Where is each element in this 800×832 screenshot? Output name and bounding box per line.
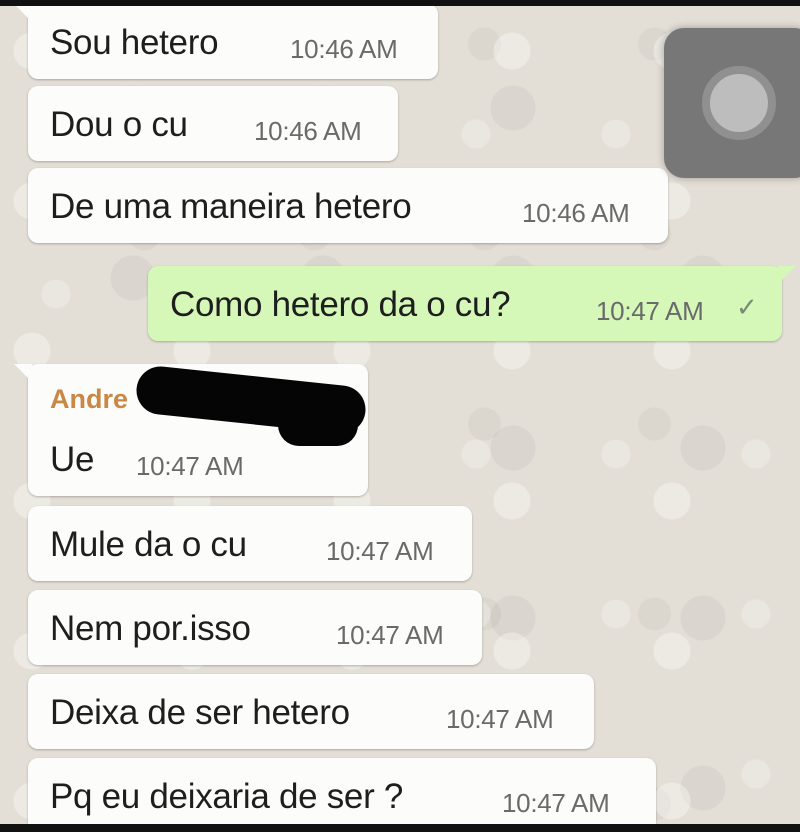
chat-area: Sou hetero 10:46 AM Dou o cu 10:46 AM De… xyxy=(0,6,800,824)
message-time: 10:47 AM xyxy=(502,788,610,818)
message-time: 10:47 AM xyxy=(446,704,554,734)
message-text: De uma maneira hetero xyxy=(50,187,412,226)
message-time: 10:47 AM xyxy=(136,451,244,481)
message-text: Sou hetero xyxy=(50,23,219,62)
bubble-tail xyxy=(14,364,32,382)
message-time: 10:47 AM xyxy=(326,536,434,566)
message-text: Mule da o cu xyxy=(50,525,247,564)
message-bubble-incoming[interactable]: Mule da o cu 10:47 AM xyxy=(28,506,472,581)
bubble-tail xyxy=(778,266,796,284)
message-text: Como hetero da o cu? xyxy=(170,285,511,324)
message-text: Dou o cu xyxy=(50,105,188,144)
message-text: Ue xyxy=(50,440,95,479)
message-bubble-incoming[interactable]: Andre Ue 10:47 AM xyxy=(14,364,368,496)
message-time: 10:46 AM xyxy=(290,34,398,64)
message-bubble-incoming[interactable]: Pq eu deixaria de ser ? 10:47 AM xyxy=(28,758,656,824)
redaction-scribble xyxy=(278,404,358,446)
assistive-touch-button[interactable] xyxy=(664,28,800,178)
message-text: Pq eu deixaria de ser ? xyxy=(50,777,404,816)
assistive-touch-icon xyxy=(702,66,776,140)
message-bubble-incoming[interactable]: Deixa de ser hetero 10:47 AM xyxy=(28,674,594,749)
message-time: 10:46 AM xyxy=(254,116,362,146)
message-text: Nem por.isso xyxy=(50,609,251,648)
bubble-tail xyxy=(14,6,32,22)
sent-check-icon: ✓ xyxy=(736,292,758,322)
message-bubble-incoming[interactable]: Dou o cu 10:46 AM xyxy=(28,86,398,161)
message-time: 10:46 AM xyxy=(522,198,630,228)
message-bubble-incoming[interactable]: Nem por.isso 10:47 AM xyxy=(28,590,482,665)
message-time: 10:47 AM xyxy=(336,620,444,650)
message-time: 10:47 AM xyxy=(596,296,704,326)
message-bubble-outgoing[interactable]: Como hetero da o cu? 10:47 AM ✓ xyxy=(148,266,796,341)
sender-name: Andre xyxy=(50,384,129,414)
message-text: Deixa de ser hetero xyxy=(50,693,350,732)
message-bubble-incoming[interactable]: Sou hetero 10:46 AM xyxy=(14,6,438,79)
message-bubble-incoming[interactable]: De uma maneira hetero 10:46 AM xyxy=(28,168,668,243)
